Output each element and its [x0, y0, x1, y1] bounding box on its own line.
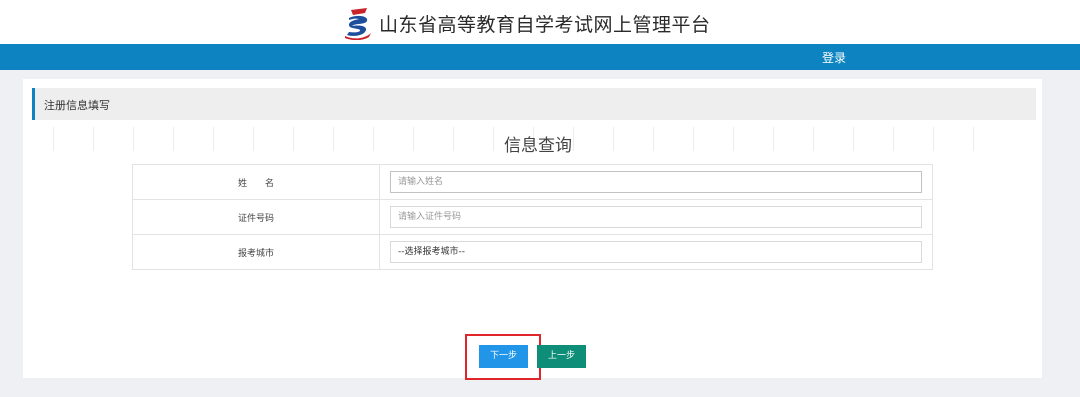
city-select[interactable]: --选择报考城市--: [390, 241, 922, 263]
form-row-id: 证件号码 请输入证件号码: [132, 199, 933, 235]
name-input[interactable]: 请输入姓名: [390, 171, 922, 193]
main-panel: 注册信息填写 信息查询 姓 名 请输入姓名 证件号码 请输入证件号码 报考城市 …: [23, 79, 1042, 380]
id-number-input[interactable]: 请输入证件号码: [390, 206, 922, 228]
brand: 山东省高等教育自学考试网上管理平台: [343, 6, 711, 40]
form-row-name: 姓 名 请输入姓名: [132, 164, 933, 200]
login-link[interactable]: 登录: [822, 49, 846, 66]
name-label: 姓 名: [132, 164, 380, 200]
site-title: 山东省高等教育自学考试网上管理平台: [379, 13, 711, 36]
education-logo-icon: [345, 8, 371, 40]
next-step-button[interactable]: 下一步: [479, 345, 528, 368]
form-title: 信息查询: [504, 136, 572, 156]
id-number-label: 证件号码: [132, 199, 380, 235]
previous-step-button[interactable]: 上一步: [537, 345, 586, 368]
section-header: 注册信息填写: [32, 88, 1036, 120]
city-label: 报考城市: [132, 234, 380, 270]
registration-form: 姓 名 请输入姓名 证件号码 请输入证件号码 报考城市 --选择报考城市--: [132, 164, 933, 270]
nav-bar: 登录: [0, 44, 1080, 70]
section-title: 注册信息填写: [44, 99, 110, 112]
form-row-city: 报考城市 --选择报考城市--: [132, 234, 933, 270]
site-header: 山东省高等教育自学考试网上管理平台: [0, 0, 1080, 44]
